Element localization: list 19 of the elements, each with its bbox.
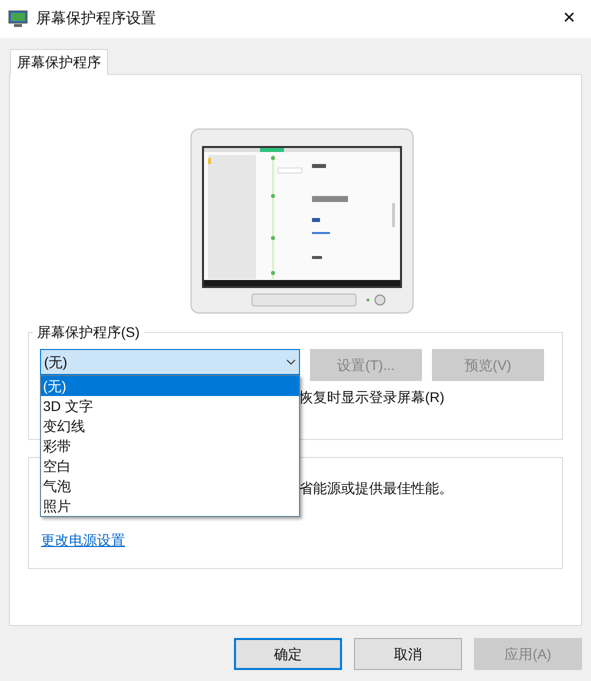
group-label: 屏幕保护程序(S) — [33, 323, 144, 341]
close-button[interactable]: ✕ — [553, 4, 585, 34]
dropdown-option[interactable]: 照片 — [41, 496, 299, 516]
dropdown-option[interactable]: 3D 文字 — [41, 396, 299, 416]
window-title: 屏幕保护程序设置 — [36, 8, 156, 29]
dropdown-option[interactable]: 气泡 — [41, 476, 299, 496]
screensaver-dropdown[interactable]: (无) — [40, 349, 300, 375]
dropdown-option[interactable]: 彩带 — [41, 436, 299, 456]
dropdown-option[interactable]: 变幻线 — [41, 416, 299, 436]
monitor-icon — [8, 10, 28, 28]
dialog-button[interactable]: 确定 — [234, 638, 342, 670]
tab[interactable]: 屏幕保护程序 — [10, 49, 108, 75]
power-settings-link[interactable]: 更改电源设置 — [41, 530, 125, 551]
chevron-icon — [286, 359, 296, 365]
checkbox-label: 恢复时显示登录屏幕(R) — [299, 388, 444, 407]
dropdown-option[interactable]: 空白 — [41, 456, 299, 476]
power-description: 省能源或提供最佳性能。 — [299, 479, 453, 498]
dropdown-option[interactable]: (无) — [41, 376, 299, 396]
dialog-button[interactable]: 取消 — [354, 638, 462, 670]
